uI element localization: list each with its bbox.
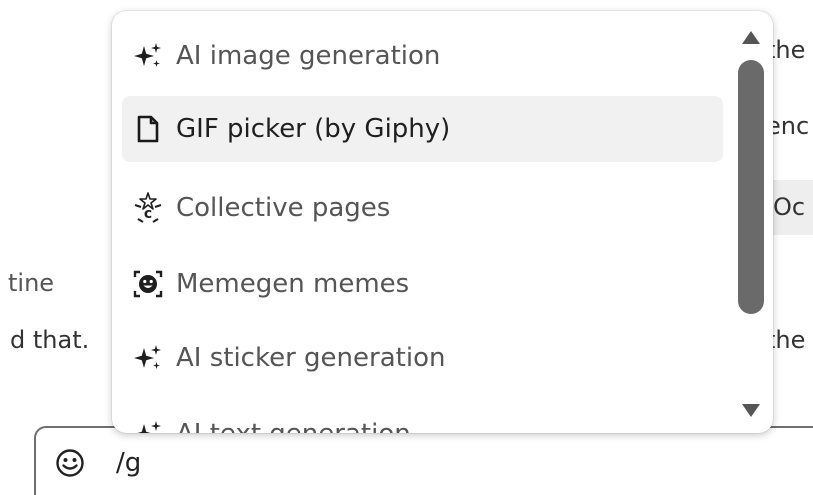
menu-item-label: Memegen memes bbox=[176, 269, 410, 299]
scrollbar-thumb[interactable] bbox=[738, 60, 764, 314]
background-chip-text: Oc bbox=[773, 193, 806, 221]
menu-item-ai-image-generation[interactable]: AI image generation bbox=[122, 23, 723, 89]
background-message-fragment: d that. bbox=[10, 326, 90, 354]
scroll-down-arrow-icon[interactable] bbox=[734, 401, 773, 423]
menu-item-collective-pages[interactable]: c Collective pages bbox=[122, 175, 723, 241]
menu-item-ai-text-generation[interactable]: AI text generation bbox=[122, 401, 723, 433]
sparkles-icon bbox=[132, 342, 164, 374]
svg-text:c: c bbox=[144, 206, 152, 222]
command-suggestion-popup: AI image generation GIF picker (by Giphy… bbox=[112, 11, 773, 433]
message-composer[interactable]: /g bbox=[34, 426, 813, 495]
menu-item-label: AI sticker generation bbox=[176, 343, 446, 373]
menu-item-gif-picker[interactable]: GIF picker (by Giphy) bbox=[122, 96, 723, 162]
message-input[interactable]: /g bbox=[116, 450, 141, 476]
document-icon bbox=[132, 113, 164, 145]
meme-face-icon bbox=[132, 268, 164, 300]
menu-item-memegen-memes[interactable]: Memegen memes bbox=[122, 251, 723, 317]
scroll-up-arrow-icon[interactable] bbox=[734, 25, 773, 47]
popup-scrollbar[interactable] bbox=[734, 11, 773, 433]
menu-item-ai-sticker-generation[interactable]: AI sticker generation bbox=[122, 325, 723, 391]
command-list: AI image generation GIF picker (by Giphy… bbox=[112, 11, 734, 433]
background-message-fragment: tine bbox=[8, 269, 55, 297]
menu-item-label: AI image generation bbox=[176, 41, 441, 71]
sparkles-icon bbox=[132, 418, 164, 433]
chat-screen: the enc Oc tine d that. the /g AI image … bbox=[0, 0, 813, 495]
menu-item-label: AI text generation bbox=[176, 421, 411, 433]
menu-item-label: Collective pages bbox=[176, 193, 391, 223]
smiley-icon[interactable] bbox=[55, 448, 85, 478]
sparkles-icon bbox=[132, 40, 164, 72]
collective-icon: c bbox=[132, 192, 164, 224]
menu-item-label: GIF picker (by Giphy) bbox=[176, 114, 451, 144]
